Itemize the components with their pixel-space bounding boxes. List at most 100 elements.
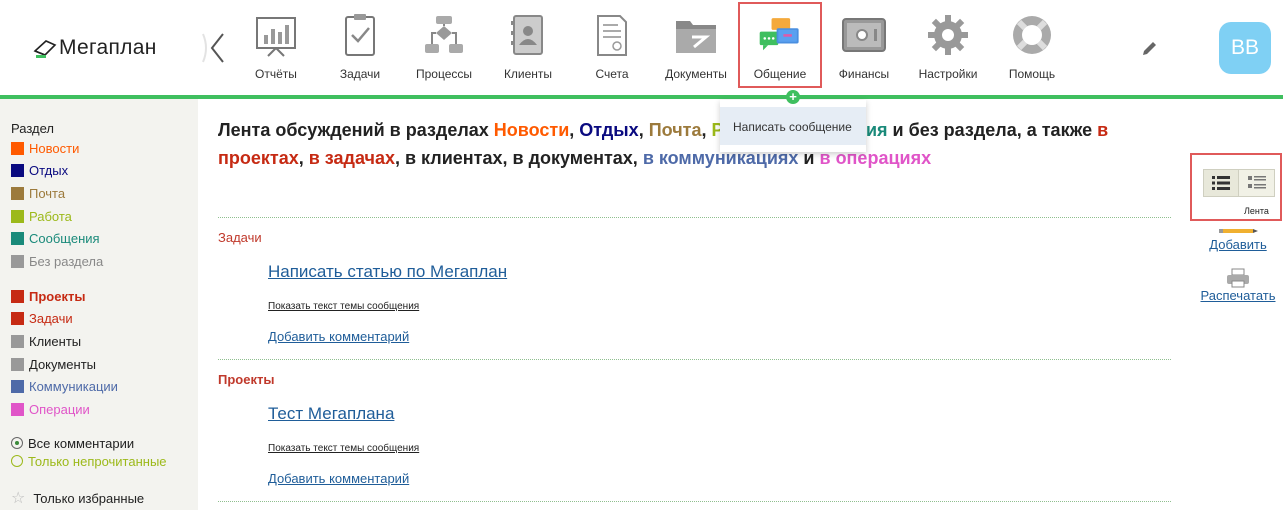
- nav-label: Процессы: [415, 67, 472, 81]
- filter-label: Все комментарии: [28, 435, 135, 451]
- nav-invoices[interactable]: Счета: [570, 0, 654, 95]
- sidebar-item-tasks[interactable]: Задачи: [11, 308, 118, 331]
- detailed-list-icon: [1247, 176, 1266, 189]
- nav-communication[interactable]: Общение: [738, 2, 822, 88]
- sidebar-item-work[interactable]: Работа: [11, 205, 103, 228]
- nav-label: Клиенты: [503, 67, 553, 81]
- print-link[interactable]: Распечатать: [1193, 288, 1283, 303]
- logo-mark-icon: [33, 37, 57, 59]
- sidebar-item-label: Новости: [29, 140, 80, 156]
- feed-view-button[interactable]: [1203, 169, 1239, 197]
- pencil-icon[interactable]: [1140, 38, 1160, 58]
- list-view-icon: [1212, 176, 1230, 190]
- type-filter-list: Проекты Задачи Клиенты Документы Коммуни…: [11, 285, 118, 421]
- radio-button[interactable]: [11, 455, 23, 467]
- nav-reports[interactable]: Отчёты: [234, 0, 318, 95]
- favorites-filter[interactable]: ☆ Только избранные: [11, 488, 144, 508]
- sidebar-item-label: Клиенты: [29, 333, 82, 349]
- nav-clients[interactable]: Клиенты: [486, 0, 570, 95]
- nav-tasks[interactable]: Задачи: [318, 0, 402, 95]
- plus-icon[interactable]: +: [786, 90, 800, 104]
- write-message-menu-item[interactable]: Написать сообщение: [720, 107, 866, 145]
- add-action[interactable]: Добавить: [1193, 227, 1283, 252]
- title-part: Новости: [493, 120, 570, 140]
- color-swatch: [11, 254, 24, 268]
- detailed-view-button[interactable]: [1239, 169, 1275, 197]
- title-part: ,: [569, 120, 580, 140]
- radio-button[interactable]: [11, 437, 23, 449]
- nav-finance[interactable]: Финансы: [822, 0, 906, 95]
- sidebar-item-communications[interactable]: Коммуникации: [11, 375, 118, 398]
- comment-filter-list: Все комментарии Только непрочитанные: [11, 434, 167, 470]
- logo-text: Мегаплан: [59, 36, 157, 59]
- sidebar-item-label: Работа: [29, 208, 72, 224]
- sidebar-item-operations[interactable]: Операции: [11, 398, 118, 421]
- topic-title-link[interactable]: Тест Мегаплана: [268, 404, 394, 424]
- title-part: и без раздела, а также: [887, 120, 1098, 140]
- processes-icon: [422, 12, 466, 58]
- title-part: ,: [298, 148, 309, 168]
- sidebar-item-label: Документы: [29, 356, 97, 372]
- nav-back-arrow-icon[interactable]: [199, 26, 231, 70]
- group-label-projects: Проекты: [218, 372, 275, 387]
- top-header: Мегаплан Отчёты Задачи Процессы Клиенты …: [0, 0, 1283, 96]
- nav-documents[interactable]: Документы: [654, 0, 738, 95]
- star-icon: ☆: [11, 490, 26, 507]
- help-icon: [1010, 12, 1054, 58]
- add-link[interactable]: Добавить: [1193, 237, 1283, 252]
- title-part: ,: [638, 120, 649, 140]
- sidebar-item-rest[interactable]: Отдых: [11, 160, 103, 183]
- divider: [218, 359, 1171, 360]
- nav-label: Настройки: [918, 67, 978, 81]
- nav-label: Общение: [753, 67, 807, 81]
- nav-label: Задачи: [339, 67, 381, 81]
- page-title: Лента обсуждений в разделах Новости, Отд…: [218, 116, 1188, 172]
- printer-icon: [1193, 268, 1283, 288]
- add-comment-link[interactable]: Добавить комментарий: [268, 471, 409, 486]
- topic-title-link[interactable]: Написать статью по Мегаплан: [268, 262, 507, 282]
- color-swatch: [11, 232, 24, 246]
- sidebar: Раздел Новости Отдых Почта Работа Сообще…: [0, 99, 198, 510]
- sidebar-item-label: Отдых: [29, 163, 69, 179]
- avatar[interactable]: ВВ: [1219, 22, 1271, 74]
- nav-settings[interactable]: Настройки: [906, 0, 990, 95]
- nav-label: Финансы: [838, 67, 890, 81]
- title-part: Лента обсуждений в разделах: [218, 120, 494, 140]
- nav-help[interactable]: Помощь: [990, 0, 1074, 95]
- logo[interactable]: Мегаплан: [33, 33, 157, 63]
- title-part: , в клиентах, в документах,: [394, 148, 643, 168]
- main-nav: Отчёты Задачи Процессы Клиенты Счета Док…: [234, 0, 1074, 95]
- sidebar-item-messages[interactable]: Сообщения: [11, 227, 103, 250]
- color-swatch: [11, 312, 24, 326]
- clients-icon: [506, 12, 550, 58]
- color-swatch: [11, 289, 24, 303]
- sidebar-item-label: Операции: [29, 401, 90, 417]
- sidebar-item-projects[interactable]: Проекты: [11, 285, 118, 308]
- color-swatch: [11, 334, 24, 348]
- group-label-tasks: Задачи: [218, 230, 262, 245]
- sidebar-item-label: Без раздела: [29, 253, 104, 269]
- sidebar-item-news[interactable]: Новости: [11, 137, 103, 160]
- sidebar-item-no-section[interactable]: Без раздела: [11, 250, 103, 273]
- title-part: в задачах: [308, 148, 395, 168]
- sidebar-item-documents[interactable]: Документы: [11, 353, 118, 376]
- color-swatch: [11, 357, 24, 371]
- finance-icon: [842, 12, 886, 58]
- nav-processes[interactable]: Процессы: [402, 0, 486, 95]
- show-topic-text-link[interactable]: Показать текст темы сообщения: [268, 443, 419, 454]
- divider: [218, 217, 1171, 218]
- section-filter-list: Новости Отдых Почта Работа Сообщения Без…: [11, 137, 103, 273]
- color-swatch: [11, 186, 24, 200]
- print-action[interactable]: Распечатать: [1193, 268, 1283, 303]
- sidebar-item-label: Коммуникации: [29, 379, 118, 395]
- settings-icon: [926, 12, 970, 58]
- filter-all-comments[interactable]: Все комментарии: [11, 434, 167, 452]
- add-comment-link[interactable]: Добавить комментарий: [268, 329, 409, 344]
- title-part: Почта: [648, 120, 702, 140]
- show-topic-text-link[interactable]: Показать текст темы сообщения: [268, 301, 419, 312]
- color-swatch: [11, 402, 24, 416]
- sidebar-item-clients[interactable]: Клиенты: [11, 330, 118, 353]
- filter-unread-only[interactable]: Только непрочитанные: [11, 452, 167, 470]
- nav-label: Документы: [665, 67, 727, 81]
- sidebar-item-mail[interactable]: Почта: [11, 182, 103, 205]
